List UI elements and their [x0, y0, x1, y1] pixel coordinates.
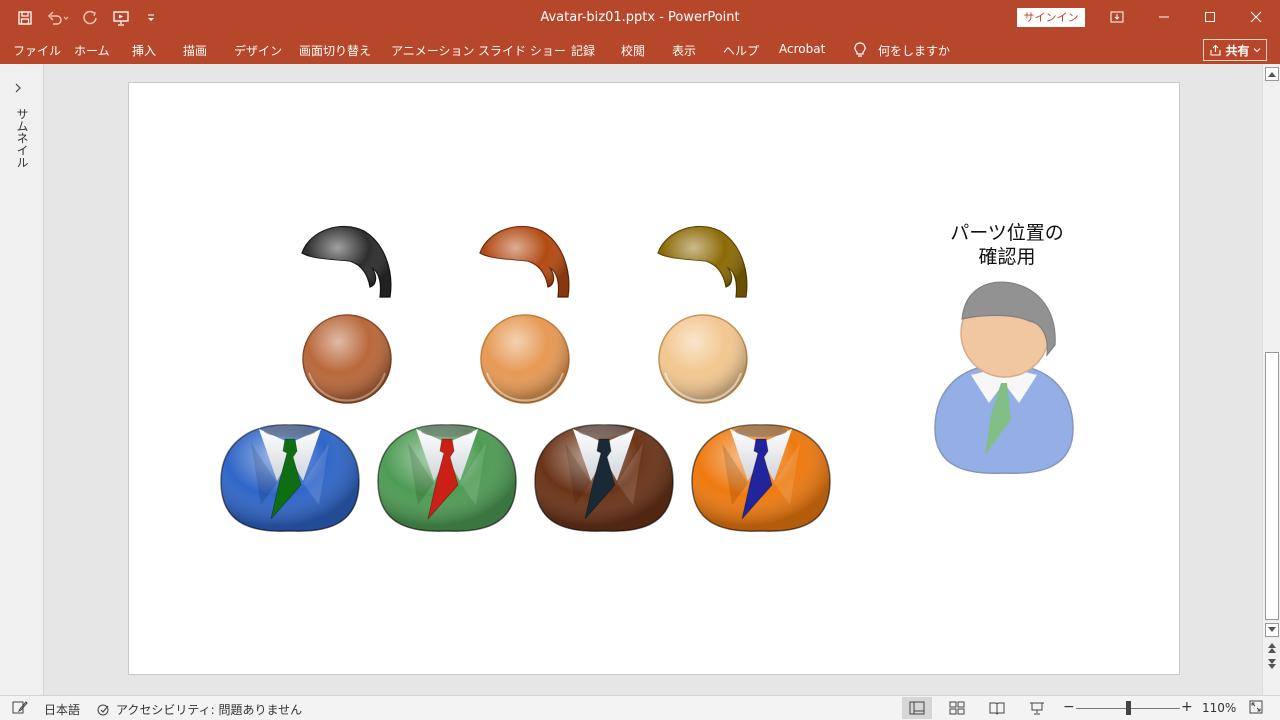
- status-bar: 日本語 アクセシビリティ: 問題ありません − + 110%: [0, 695, 1280, 720]
- accessibility-status: アクセシビリティ: 問題ありません: [116, 703, 303, 717]
- save-button[interactable]: [10, 6, 40, 30]
- tab-acrobat[interactable]: Acrobat: [779, 42, 825, 56]
- maximize-button[interactable]: [1187, 0, 1233, 34]
- presentation-icon: [113, 11, 129, 26]
- check-position-text[interactable]: パーツ位置の 確認用: [932, 221, 1082, 269]
- minimize-button[interactable]: [1141, 0, 1187, 34]
- tab-help[interactable]: ヘルプ: [723, 42, 759, 59]
- tab-slideshow[interactable]: スライド ショー: [478, 42, 566, 59]
- thumbnail-pane-label[interactable]: サムネイル: [14, 108, 31, 168]
- check-text-line-1: パーツ位置の: [950, 222, 1064, 244]
- hair-auburn[interactable]: [479, 225, 570, 298]
- slide-artwork: [220, 225, 1074, 532]
- language-indicator[interactable]: 日本語: [44, 701, 80, 718]
- fit-slide-button[interactable]: [1249, 700, 1263, 714]
- thumbnail-pane: サムネイル: [0, 64, 44, 695]
- title-bar: Avatar-biz01.pptx - PowerPoint サインイン: [0, 0, 1280, 36]
- tab-draw[interactable]: 描画: [183, 42, 207, 59]
- ribbon-tabs: ファイル ホーム 挿入 描画 デザイン 画面切り替え アニメーション スライド …: [0, 36, 1280, 64]
- book-icon: [989, 702, 1005, 715]
- chevron-right-icon: [15, 83, 21, 93]
- previous-slide-button[interactable]: [1265, 641, 1279, 655]
- redo-icon: [83, 10, 97, 25]
- next-slide-button[interactable]: [1265, 657, 1279, 671]
- tab-home[interactable]: ホーム: [74, 42, 110, 59]
- suit-brown[interactable]: [534, 424, 674, 532]
- redo-button[interactable]: [76, 6, 106, 30]
- face-light-skin[interactable]: [658, 314, 748, 404]
- face-dark-skin[interactable]: [302, 314, 392, 404]
- double-arrow-down-icon: [1268, 659, 1276, 669]
- maximize-icon: [1205, 12, 1215, 22]
- accessibility-checker[interactable]: アクセシビリティ: 問題ありません: [96, 701, 302, 718]
- reference-avatar[interactable]: [934, 281, 1074, 475]
- slide-sorter-view-button[interactable]: [942, 697, 972, 719]
- tell-me-label: 何をしますか: [878, 43, 951, 58]
- customize-toolbar-button[interactable]: [136, 6, 166, 30]
- ribbon-display-options-button[interactable]: [1094, 0, 1140, 34]
- share-icon: [1210, 44, 1222, 56]
- tab-insert[interactable]: 挿入: [132, 42, 156, 59]
- chevron-down-icon: [148, 14, 154, 21]
- slideshow-from-start-button[interactable]: [106, 6, 136, 30]
- grid-icon: [949, 701, 965, 715]
- tab-record[interactable]: 記録: [571, 42, 595, 59]
- quick-access-toolbar: [10, 6, 166, 30]
- tab-view[interactable]: 表示: [672, 42, 696, 59]
- suit-orange[interactable]: [691, 424, 831, 532]
- scroll-thumb[interactable]: [1265, 352, 1279, 620]
- presentation-icon: [1030, 702, 1044, 715]
- slideshow-view-button[interactable]: [1022, 697, 1052, 719]
- scroll-down-button[interactable]: [1265, 623, 1279, 637]
- normal-view-icon: [909, 701, 925, 715]
- expand-thumbnails-button[interactable]: [14, 82, 22, 96]
- check-text-line-2: 確認用: [978, 246, 1036, 268]
- share-label: 共有: [1225, 43, 1250, 58]
- tab-design[interactable]: デザイン: [234, 42, 282, 59]
- minimize-icon: [1159, 16, 1169, 18]
- share-button[interactable]: 共有: [1203, 39, 1267, 61]
- document-title: Avatar-biz01.pptx - PowerPoint: [540, 10, 740, 25]
- tab-animations[interactable]: アニメーション: [391, 42, 475, 59]
- reading-view-button[interactable]: [982, 697, 1012, 719]
- face-medium-skin[interactable]: [480, 314, 570, 404]
- arrow-down-icon: [1268, 627, 1276, 632]
- double-arrow-up-icon: [1268, 643, 1276, 653]
- signin-button[interactable]: サインイン: [1017, 8, 1085, 27]
- edit-notes-icon: [12, 701, 28, 714]
- zoom-in-button[interactable]: +: [1181, 699, 1193, 715]
- close-icon: [1250, 11, 1262, 23]
- slide-canvas[interactable]: パーツ位置の 確認用: [128, 82, 1180, 675]
- fit-to-window-icon: [1249, 700, 1263, 714]
- lightbulb-icon: [854, 42, 866, 57]
- ribbon-display-icon: [1110, 11, 1124, 23]
- arrow-up-icon: [1268, 72, 1276, 77]
- tab-file[interactable]: ファイル: [13, 42, 61, 59]
- close-button[interactable]: [1233, 0, 1279, 34]
- scroll-up-button[interactable]: [1265, 67, 1279, 81]
- hair-golden-brown[interactable]: [657, 225, 748, 298]
- zoom-level[interactable]: 110%: [1202, 701, 1236, 715]
- suit-blue[interactable]: [220, 424, 360, 532]
- vertical-scrollbar[interactable]: [1262, 64, 1280, 695]
- undo-icon: [47, 11, 69, 25]
- tab-review[interactable]: 校閲: [621, 42, 645, 59]
- tab-transitions[interactable]: 画面切り替え: [299, 42, 371, 59]
- accessibility-icon: [97, 704, 109, 715]
- hair-black[interactable]: [301, 225, 392, 298]
- chevron-down-icon: [1253, 48, 1260, 53]
- notes-edit-button[interactable]: [12, 700, 28, 714]
- tell-me-search[interactable]: 何をしますか: [852, 41, 950, 59]
- suit-green[interactable]: [377, 424, 517, 532]
- normal-view-button[interactable]: [902, 697, 932, 719]
- undo-button[interactable]: [40, 6, 76, 30]
- zoom-slider-thumb[interactable]: [1126, 701, 1131, 715]
- zoom-out-button[interactable]: −: [1063, 699, 1075, 715]
- save-icon: [18, 11, 32, 25]
